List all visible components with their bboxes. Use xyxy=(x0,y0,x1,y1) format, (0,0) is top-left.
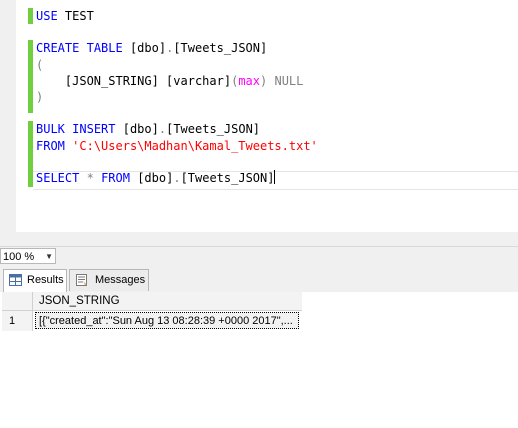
code-token: [dbo] xyxy=(129,170,174,185)
code-token: max xyxy=(238,73,260,88)
code-line[interactable]: ) xyxy=(36,89,516,105)
code-token: [varchar] xyxy=(166,73,232,88)
code-line[interactable]: USE TEST xyxy=(36,8,516,24)
code-token: FROM xyxy=(36,138,65,153)
code-text[interactable]: USE TEST CREATE TABLE [dbo].[Tweets_JSON]… xyxy=(36,8,516,186)
results-grid[interactable]: JSON_STRING 1 [{"created_at":"Sun Aug 13… xyxy=(0,292,518,428)
grid-header-row: JSON_STRING xyxy=(2,292,302,311)
text-caret xyxy=(274,169,276,184)
code-token: ) xyxy=(36,89,44,104)
code-token: INSERT xyxy=(72,122,116,137)
code-token: [dbo] xyxy=(122,41,167,56)
code-line[interactable]: SELECT * FROM [dbo].[Tweets_JSON] xyxy=(36,169,516,186)
code-line[interactable]: BULK INSERT [dbo].[Tweets_JSON] xyxy=(36,121,516,137)
code-line[interactable] xyxy=(36,24,516,40)
code-token: [Tweets_JSON] xyxy=(173,41,268,56)
row-number[interactable]: 1 xyxy=(2,311,33,331)
code-token: * xyxy=(86,170,94,185)
zoom-bar: 100 % ▼ xyxy=(0,246,518,267)
tab-messages-label: Messages xyxy=(95,274,146,286)
change-indicator xyxy=(28,8,33,24)
zoom-dropdown[interactable]: 100 % ▼ xyxy=(0,248,56,264)
code-line[interactable] xyxy=(36,105,516,121)
code-token: [Tweets_JSON] xyxy=(180,170,275,185)
code-line[interactable]: ( xyxy=(36,57,516,73)
tab-results-label: Results xyxy=(27,274,64,286)
change-indicator xyxy=(28,40,33,113)
query-editor[interactable]: USE TEST CREATE TABLE [dbo].[Tweets_JSON]… xyxy=(0,0,518,246)
code-line[interactable] xyxy=(36,154,516,170)
editor-gutter xyxy=(0,0,16,246)
code-token: TEST xyxy=(57,9,94,23)
code-token: . xyxy=(158,122,167,137)
code-token: TABLE xyxy=(86,41,123,56)
grid-corner[interactable] xyxy=(2,292,33,310)
code-line[interactable]: CREATE TABLE [dbo].[Tweets_JSON] xyxy=(36,40,516,56)
column-header[interactable]: JSON_STRING xyxy=(39,292,120,310)
code-token: CREATE xyxy=(36,41,80,56)
table-row[interactable]: 1 [{"created_at":"Sun Aug 13 08:28:39 +0… xyxy=(2,311,302,331)
grid-icon xyxy=(9,274,22,286)
code-token: BULK xyxy=(36,122,65,137)
code-token: 'C:\Users\Madhan\Kamal_Tweets.txt' xyxy=(72,138,318,153)
code-token: ( xyxy=(36,57,44,72)
code-token: [Tweets_JSON] xyxy=(166,122,261,137)
code-token: USE xyxy=(36,9,58,23)
code-token: [dbo] xyxy=(115,122,159,137)
results-tab-bar: Results Messages xyxy=(0,267,518,293)
code-token: FROM xyxy=(101,170,130,185)
tab-results[interactable]: Results xyxy=(3,269,67,293)
zoom-value: 100 % xyxy=(3,251,35,263)
table-cell[interactable]: [{"created_at":"Sun Aug 13 08:28:39 +000… xyxy=(35,312,299,329)
editor-bottom-area xyxy=(0,232,518,246)
code-token: [JSON_STRING] xyxy=(36,73,167,88)
tab-messages[interactable]: Messages xyxy=(69,269,149,291)
code-token: NULL xyxy=(274,73,304,88)
code-token: SELECT xyxy=(36,170,80,185)
messages-icon xyxy=(76,274,87,286)
chevron-down-icon[interactable]: ▼ xyxy=(45,249,53,265)
code-token: . xyxy=(173,170,181,185)
code-line[interactable]: FROM 'C:\Users\Madhan\Kamal_Tweets.txt' xyxy=(36,138,516,154)
code-line[interactable]: [JSON_STRING] [varchar](max) NULL xyxy=(36,73,516,89)
